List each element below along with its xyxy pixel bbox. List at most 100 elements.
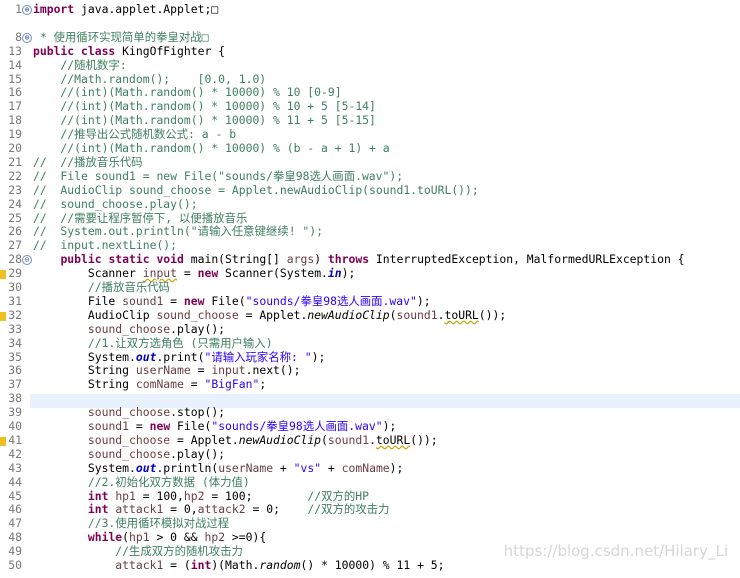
code-line[interactable]: //3.使用循环模拟对战过程 (33, 516, 229, 531)
code-line[interactable]: // input.nextLine(); (33, 238, 177, 253)
code-line[interactable]: import java.applet.Applet;□ (33, 2, 219, 17)
line-number: 34 (8, 335, 22, 350)
code-line[interactable]: String userName = input.next(); (33, 363, 301, 378)
code-token: // AudioClip sound_choose = Applet.newAu… (33, 182, 479, 197)
code-token: comName (135, 377, 184, 392)
code-line[interactable]: //(int)(Math.random() * 10000) % (b - a … (33, 141, 389, 156)
code-token: .play(); (170, 321, 226, 336)
line-number: 1 (15, 2, 22, 16)
code-line[interactable]: // //播放音乐代码 (33, 155, 143, 170)
code-token: sound1 (327, 432, 370, 447)
code-token: args (286, 252, 315, 267)
code-line[interactable]: //(int)(Math.random() * 10000) % 10 + 5 … (33, 99, 375, 114)
code-line[interactable]: sound_choose.play(); (33, 321, 226, 337)
code-token: = 0, (163, 502, 198, 517)
code-token: sound_choose (87, 321, 171, 336)
code-line[interactable]: //(int)(Math.random() * 10000) % 11 + 5 … (33, 113, 376, 128)
code-line[interactable]: Scanner input = new Scanner(System.in); (33, 266, 356, 281)
line-number: 14 (8, 57, 22, 72)
code-line[interactable]: // AudioClip sound_choose = Applet.newAu… (33, 182, 479, 198)
code-line[interactable]: //随机数字: (33, 57, 127, 73)
code-token: //Math.random(); [0.0, 1.0) (33, 71, 267, 86)
code-token: Scanner(System. (218, 266, 328, 281)
warning-marker-icon[interactable] (0, 270, 6, 280)
code-token: "请输入玩家名称: " (204, 349, 312, 364)
code-token: // File sound1 = new File("sounds/拳皇98选人… (33, 168, 404, 183)
code-token: attack2 (197, 502, 246, 517)
code-line[interactable]: // sound_choose.play(); (33, 196, 198, 212)
code-line[interactable]: //2.初始化双方数据 (体力值) (33, 475, 250, 490)
code-token: //生成双方的随机攻击力 (33, 544, 243, 559)
code-line[interactable]: //播放音乐代码 (33, 280, 170, 295)
code-line[interactable]: //(int)(Math.random() * 10000) % 10 [0-9… (33, 85, 341, 100)
code-line[interactable]: sound_choose = Applet.newAudioClip(sound… (33, 432, 438, 448)
code-line[interactable]: //Math.random(); [0.0, 1.0) (33, 71, 267, 87)
code-line[interactable]: attack1 = (int)(Math.random() * 10000) %… (33, 558, 444, 573)
code-line[interactable]: public class KingOfFighter { (33, 44, 225, 59)
fold-expand-icon[interactable]: ⊕ (22, 5, 32, 15)
code-token: hp2 (204, 530, 226, 545)
code-token: ); (389, 460, 404, 475)
code-token: ); (341, 266, 356, 281)
code-token: = ( (163, 558, 191, 572)
code-line[interactable]: int hp1 = 100,hp2 = 100; //双方的HP (33, 488, 369, 504)
code-token: import (33, 2, 75, 16)
code-line[interactable]: sound_choose.play(); (33, 446, 226, 462)
code-token: throws (327, 252, 370, 267)
line-number: 28 (8, 252, 22, 267)
code-line[interactable]: // //需要让程序暂停下, 以便播放音乐 (33, 211, 247, 226)
warning-marker-icon[interactable] (0, 436, 6, 446)
line-number: 45 (8, 488, 22, 503)
code-line[interactable]: File sound1 = new File("sounds/拳皇98选人画面.… (33, 294, 431, 309)
code-token: userName (135, 363, 191, 378)
code-line[interactable]: * 使用循环实现简单的拳皇对战□ (33, 30, 209, 45)
code-token: //随机数字: (33, 57, 127, 72)
code-token: //(int)(Math.random() * 10000) % 11 + 5 … (33, 113, 376, 128)
fold-collapse-icon[interactable]: ⊖ (22, 255, 32, 266)
code-token: // sound_choose.play(); (33, 196, 198, 211)
code-token: out (135, 349, 157, 364)
code-token: = (177, 266, 198, 281)
warning-marker-icon[interactable] (0, 311, 6, 321)
code-line[interactable]: AudioClip sound_choose = Applet.newAudio… (33, 307, 506, 323)
code-token: ); (311, 349, 326, 364)
code-token: ); (382, 419, 397, 433)
code-line[interactable]: System.out.print("请输入玩家名称: "); (33, 349, 326, 365)
code-line[interactable]: //1.让双方选角色 (只需用户输入) (33, 336, 273, 351)
code-token: toURL (444, 307, 479, 322)
line-number: 50 (8, 558, 22, 572)
code-line[interactable]: //推导出公式随机数公式: a - b (33, 127, 236, 142)
code-token: .next(); (245, 363, 301, 378)
code-token: sound1 (87, 419, 130, 433)
code-token: java.applet.Applet;□ (74, 2, 219, 16)
code-line[interactable]: // File sound1 = new File("sounds/拳皇98选人… (33, 168, 404, 184)
code-token: .play(); (170, 446, 226, 461)
code-line[interactable]: // System.out.println("请输入任意键继续! "); (33, 224, 323, 239)
code-token: .println( (156, 460, 219, 475)
code-token: input (142, 266, 178, 281)
code-line[interactable]: int attack1 = 0,attack2 = 0; //双方的攻击力 (33, 502, 390, 517)
code-token: random (259, 558, 301, 572)
code-line[interactable]: sound_choose.stop(); (33, 405, 225, 420)
code-token: "sounds/拳皇98选人画面.wav" (211, 419, 383, 433)
line-number: 36 (8, 363, 22, 378)
code-line[interactable]: while(hp1 > 0 && hp2 >=0){ (33, 530, 266, 545)
code-line[interactable]: //生成双方的随机攻击力 (33, 544, 243, 559)
code-editor[interactable]: 1 import java.applet.Applet;□ 8 * 使用循环实现简单… (0, 0, 740, 578)
code-token: = 100, (135, 488, 184, 503)
code-line[interactable]: public static void main(String[] args) t… (33, 252, 684, 267)
line-number: 22 (8, 168, 22, 183)
fold-expand-icon[interactable]: ⊕ (22, 32, 32, 43)
code-token: String (33, 377, 136, 392)
code-line[interactable]: sound1 = new File("sounds/拳皇98选人画面.wav")… (33, 419, 397, 434)
code-token: Scanner (33, 266, 143, 281)
code-line[interactable]: String comName = "BigFan"; (33, 377, 266, 392)
code-token: sound_choose (87, 405, 171, 420)
code-line[interactable]: System.out.println(userName + "vs" + com… (33, 460, 404, 476)
code-token: "BigFan" (204, 377, 260, 392)
